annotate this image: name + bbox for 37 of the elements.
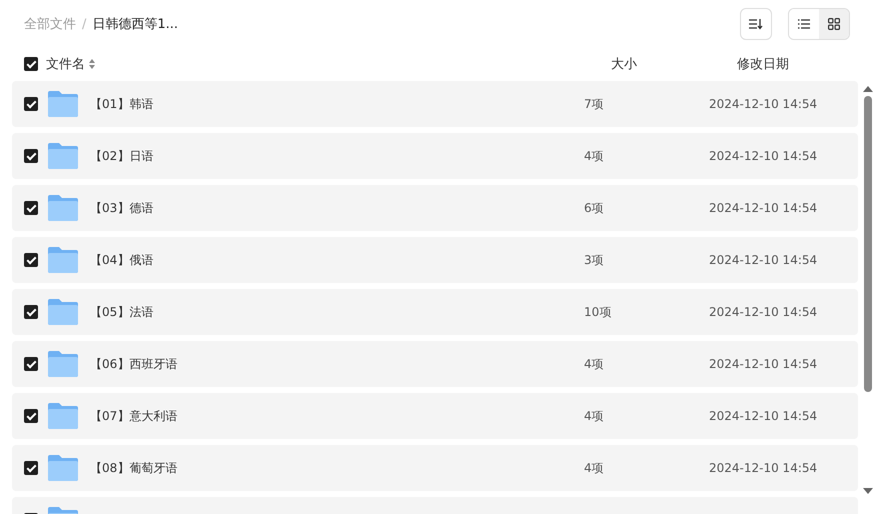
file-row[interactable]: 【01】韩语 7项 2024-12-10 14:54 [12,81,858,127]
file-name: 【01】韩语 [90,96,154,112]
file-size: 4项 [584,356,605,372]
breadcrumb-item[interactable]: 日韩德西等1... [92,15,178,33]
file-name: 【03】德语 [90,200,154,216]
file-size: 4项 [584,460,605,476]
file-name: 【07】意大利语 [90,408,178,424]
file-row[interactable]: 【03】德语 6项 2024-12-10 14:54 [12,185,858,231]
file-row[interactable]: 【07】意大利语 4项 2024-12-10 14:54 [12,393,858,439]
file-name: 【04】俄语 [90,252,154,268]
file-size: 6项 [584,200,605,216]
file-size: 4项 [584,408,605,424]
breadcrumb-separator: / [82,16,86,32]
modified-date: 2024-12-10 14:54 [709,253,818,267]
modified-date: 2024-12-10 14:54 [709,97,818,111]
file-size: 3项 [584,252,605,268]
modified-date: 2024-12-10 14:54 [709,409,818,423]
file-name: 【05】法语 [90,304,154,320]
file-size: 10项 [584,304,612,320]
file-name: 【06】西班牙语 [90,356,178,372]
file-row[interactable]: 【08】葡萄牙语 4项 2024-12-10 14:54 [12,445,858,491]
file-row[interactable]: 【04】俄语 3项 2024-12-10 14:54 [12,237,858,283]
file-name: 【02】日语 [90,148,154,164]
file-row[interactable]: 【06】西班牙语 4项 2024-12-10 14:54 [12,341,858,387]
file-row[interactable]: 【02】日语 4项 2024-12-10 14:54 [12,133,858,179]
file-name: 【08】葡萄牙语 [90,460,178,476]
modified-date: 2024-12-10 14:54 [709,149,818,163]
modified-date: 2024-12-10 14:54 [709,201,818,215]
file-row[interactable]: 【05】法语 10项 2024-12-10 14:54 [12,289,858,335]
file-size: 7项 [584,96,605,112]
modified-date: 2024-12-10 14:54 [709,461,818,475]
column-header: 修改日期 [737,56,789,73]
column-header: 文件名 [46,56,85,73]
column-header: 大小 [611,56,638,73]
file-size: 4项 [584,148,605,164]
modified-date: 2024-12-10 14:54 [709,305,818,319]
modified-date: 2024-12-10 14:54 [709,357,818,371]
